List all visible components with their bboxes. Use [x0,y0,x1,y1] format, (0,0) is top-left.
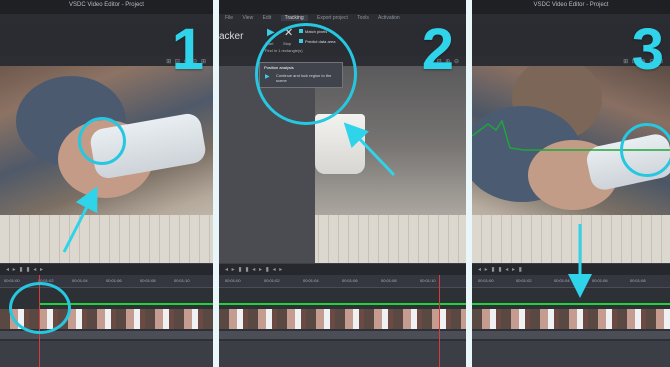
screenshot-root: VSDC Video Editor - Project ⊞ ⊟ ⊕ ⊖ ⊞ ◂ … [0,0,670,367]
arrow-icon [343,122,396,177]
panel-step-2: File View Edit Tracking Export project T… [219,0,466,367]
arrow-icon [62,186,98,253]
panel-step-1: VSDC Video Editor - Project ⊞ ⊟ ⊕ ⊖ ⊞ ◂ … [0,0,213,367]
arrow-icon [568,224,592,298]
panel-step-3: VSDC Video Editor - Project ⊞ ⊟ ⊕ ⊖ ⊞ ◂ … [472,0,670,367]
